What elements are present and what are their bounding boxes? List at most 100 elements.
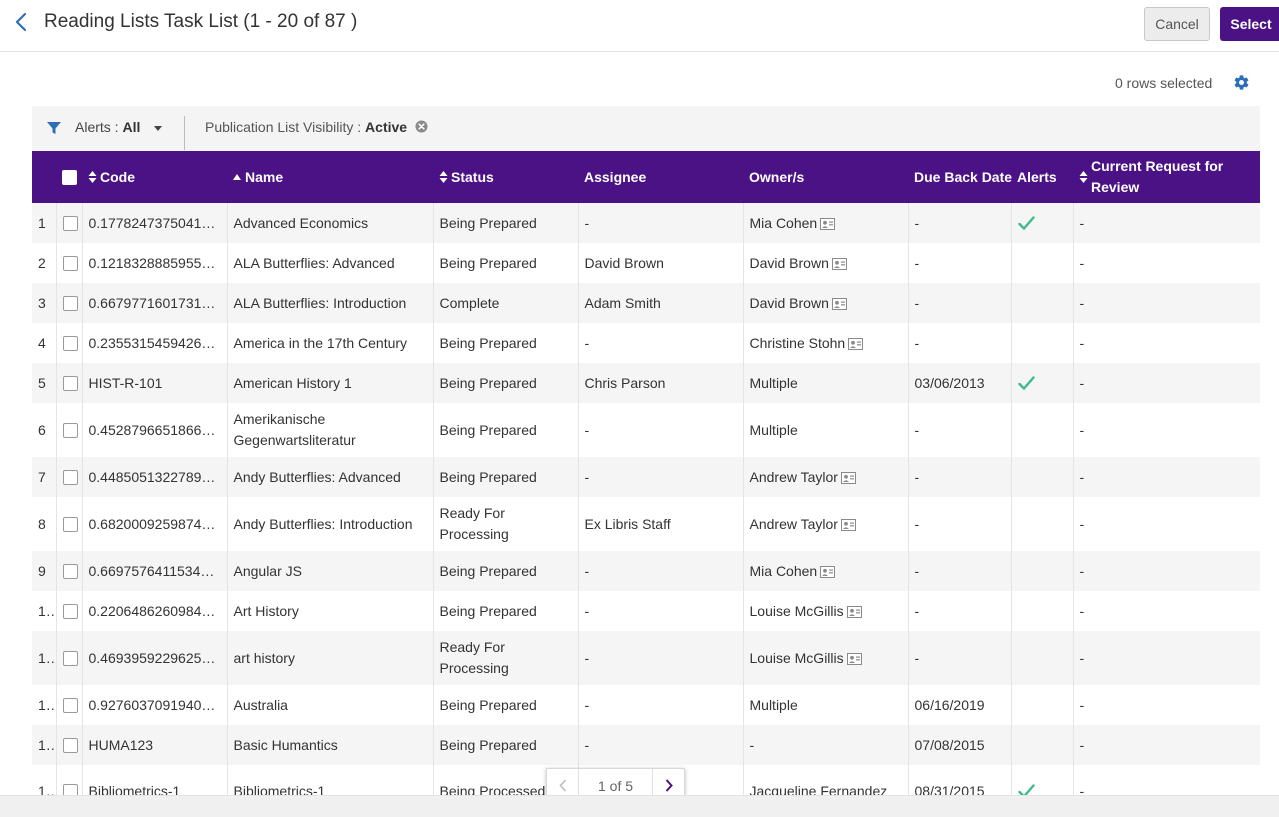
header-alerts[interactable]: Alerts bbox=[1011, 151, 1073, 203]
row-select-cell[interactable] bbox=[56, 725, 83, 765]
contact-card-icon[interactable] bbox=[840, 472, 856, 484]
header-owners[interactable]: Owner/s bbox=[743, 151, 908, 203]
row-checkbox[interactable] bbox=[62, 256, 78, 272]
contact-card-icon[interactable] bbox=[831, 258, 847, 270]
row-select-cell[interactable] bbox=[56, 497, 83, 551]
header-code-label: Code bbox=[100, 169, 135, 185]
table-row[interactable]: 9 0.66975764115341… Angular JS Being Prepar… bbox=[32, 551, 1260, 591]
row-select-cell[interactable] bbox=[56, 631, 83, 685]
header-select-all[interactable] bbox=[56, 151, 82, 203]
cell-status: Being Prepared bbox=[433, 363, 579, 403]
contact-card-icon[interactable] bbox=[848, 338, 864, 350]
row-checkbox[interactable] bbox=[62, 296, 78, 312]
table-row[interactable]: 8 0.68200092598740… Andy Butterflies: Intr… bbox=[32, 497, 1260, 551]
reading-list-name-link[interactable]: American History 1 bbox=[234, 375, 352, 391]
close-circle-icon[interactable] bbox=[415, 120, 428, 133]
table-row[interactable]: 6 0.45287966518662… Amerikanische Gegenwar… bbox=[32, 403, 1260, 457]
contact-card-icon[interactable] bbox=[831, 298, 847, 310]
table-row[interactable]: 1 0.17782473750412… Advanced Economics Bein… bbox=[32, 203, 1260, 243]
header-row-number bbox=[32, 151, 56, 203]
header-assignee[interactable]: Assignee bbox=[578, 151, 743, 203]
table-row[interactable]: 7 0.44850513227896… Andy Butterflies: Adva… bbox=[32, 457, 1260, 497]
reading-list-name-link[interactable]: Art History bbox=[234, 603, 299, 619]
reading-list-name-link[interactable]: Angular JS bbox=[234, 563, 302, 579]
row-checkbox[interactable] bbox=[62, 423, 78, 439]
cell-assignee: - bbox=[578, 591, 744, 631]
reading-list-name-link[interactable]: Advanced Economics bbox=[234, 215, 369, 231]
header-current-request[interactable]: Current Request for Review bbox=[1073, 151, 1260, 203]
row-select-cell[interactable] bbox=[56, 457, 83, 497]
row-checkbox[interactable] bbox=[62, 470, 78, 486]
row-select-cell[interactable] bbox=[56, 323, 83, 363]
row-checkbox[interactable] bbox=[62, 517, 78, 533]
back-button[interactable] bbox=[10, 10, 32, 34]
row-select-cell[interactable] bbox=[56, 551, 83, 591]
row-checkbox[interactable] bbox=[62, 604, 78, 620]
row-checkbox[interactable] bbox=[62, 651, 78, 667]
contact-card-icon[interactable] bbox=[820, 218, 836, 230]
cell-owners: - bbox=[743, 725, 909, 765]
contact-card-icon[interactable] bbox=[820, 566, 836, 578]
table-row[interactable]: 1… 0.46939592296257… art history Ready For … bbox=[32, 631, 1260, 685]
row-select-cell[interactable] bbox=[56, 243, 83, 283]
reading-list-name-link[interactable]: Andy Butterflies: Introduction bbox=[234, 516, 413, 532]
row-select-cell[interactable] bbox=[56, 283, 83, 323]
row-checkbox[interactable] bbox=[62, 376, 78, 392]
table-row[interactable]: 1…HUMA123Basic HumanticsBeing Prepared--… bbox=[32, 725, 1260, 765]
select-button[interactable]: Select bbox=[1220, 7, 1279, 41]
reading-list-name-link[interactable]: America in the 17th Century bbox=[234, 335, 408, 351]
alerts-filter-dropdown[interactable]: Alerts : All bbox=[75, 119, 163, 135]
cell-name: Amerikanische Gegenwartsliteratur bbox=[227, 403, 434, 457]
contact-card-icon[interactable] bbox=[846, 606, 862, 618]
row-checkbox[interactable] bbox=[62, 698, 78, 714]
cell-assignee: Adam Smith bbox=[578, 283, 744, 323]
table-row[interactable]: 3 0.66797716017319… ALA Butterflies: Intro… bbox=[32, 283, 1260, 323]
cell-code: 0.92760370919405… bbox=[82, 685, 228, 725]
reading-list-name-link[interactable]: Andy Butterflies: Advanced bbox=[234, 469, 401, 485]
row-select-cell[interactable] bbox=[56, 363, 83, 403]
cancel-button[interactable]: Cancel bbox=[1144, 7, 1210, 41]
contact-card-icon[interactable] bbox=[840, 519, 856, 531]
cell-alerts bbox=[1011, 551, 1074, 591]
row-checkbox[interactable] bbox=[62, 336, 78, 352]
cell-alerts bbox=[1011, 457, 1074, 497]
table-row[interactable]: 1… 0.22064862609840… Art History Being Prep… bbox=[32, 591, 1260, 631]
table-row[interactable]: 1… 0.92760370919405… Australia Being Prepar… bbox=[32, 685, 1260, 725]
reading-list-name-link[interactable]: Australia bbox=[234, 697, 288, 713]
owner-name: Mia Cohen bbox=[749, 215, 818, 231]
reading-list-name-link[interactable]: art history bbox=[234, 650, 295, 666]
row-select-cell[interactable] bbox=[56, 403, 83, 457]
header-due-back-date[interactable]: Due Back Date bbox=[908, 151, 1012, 203]
header-name[interactable]: Name bbox=[227, 151, 433, 203]
header-code[interactable]: Code bbox=[82, 151, 227, 203]
row-select-cell[interactable] bbox=[56, 685, 83, 725]
row-select-cell[interactable] bbox=[56, 203, 83, 243]
table-row[interactable]: 5 HIST-R-101 American History 1 Being Prepa… bbox=[32, 363, 1260, 403]
header-status[interactable]: Status bbox=[433, 151, 578, 203]
reading-list-name-link[interactable]: Basic Humantics bbox=[234, 737, 338, 753]
visibility-filter-label: Publication List Visibility : bbox=[205, 119, 362, 135]
header-bar: Reading Lists Task List (1 - 20 of 87 ) … bbox=[0, 0, 1279, 52]
row-checkbox[interactable] bbox=[62, 564, 78, 580]
row-checkbox[interactable] bbox=[62, 738, 78, 754]
owner-name: David Brown bbox=[749, 255, 829, 271]
cell-name: Angular JS bbox=[227, 551, 434, 591]
table-row[interactable]: 2 0.12183288859552… ALA Butterflies: Advan… bbox=[32, 243, 1260, 283]
cell-name: Art History bbox=[227, 591, 434, 631]
contact-card-icon[interactable] bbox=[846, 653, 862, 665]
reading-list-name-link[interactable]: ALA Butterflies: Advanced bbox=[234, 255, 395, 271]
gear-icon[interactable] bbox=[1233, 74, 1250, 91]
reading-list-name-link[interactable]: Amerikanische Gegenwartsliteratur bbox=[234, 411, 356, 448]
cell-assignee: - bbox=[578, 551, 744, 591]
chevron-right-icon bbox=[665, 779, 673, 792]
select-all-checkbox[interactable] bbox=[62, 170, 77, 186]
row-checkbox[interactable] bbox=[62, 216, 78, 232]
reading-list-name-link[interactable]: ALA Butterflies: Introduction bbox=[234, 295, 407, 311]
table-row[interactable]: 4 0.23553154594264… America in the 17th Ce… bbox=[32, 323, 1260, 363]
cell-name: art history bbox=[227, 631, 434, 685]
cell-code: 0.68200092598740… bbox=[82, 497, 228, 551]
cell-status: Being Prepared bbox=[433, 203, 579, 243]
owner-name: Louise McGillis bbox=[749, 650, 844, 666]
row-select-cell[interactable] bbox=[56, 591, 83, 631]
cell-status: Ready For Processing bbox=[433, 497, 579, 551]
